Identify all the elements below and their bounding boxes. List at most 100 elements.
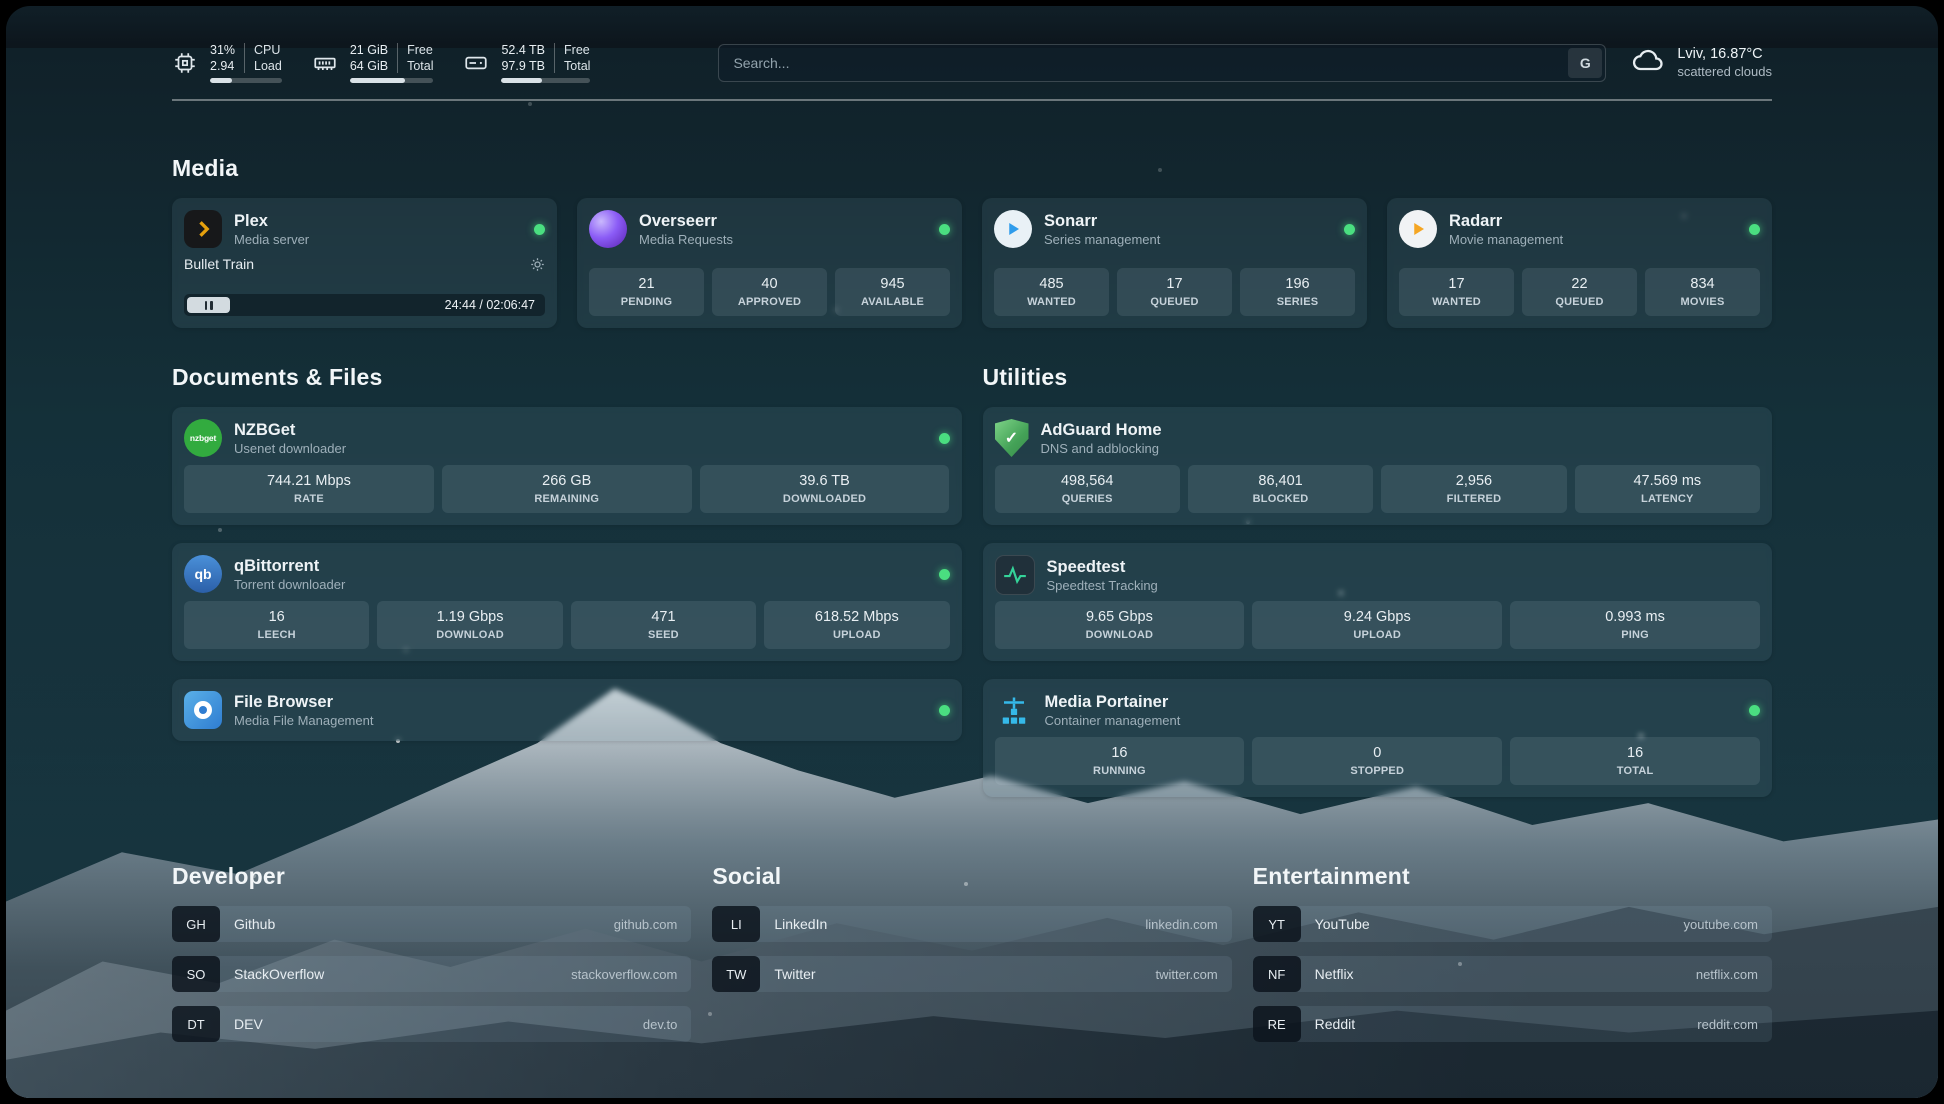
stat-queries: 498,564 QUERIES: [995, 465, 1180, 513]
search-input[interactable]: [718, 44, 1606, 82]
stat-available: 945 AVAILABLE: [835, 268, 950, 316]
bookmark-stackoverflow[interactable]: SO StackOverflow stackoverflow.com: [172, 956, 691, 992]
stat-downloaded: 39.6 TB DOWNLOADED: [700, 465, 950, 513]
service-card-nzbget[interactable]: nzbget NZBGet Usenet downloader 744.21 M…: [172, 407, 962, 525]
bookmark-group-entertainment: Entertainment YT YouTube youtube.com NF …: [1253, 863, 1772, 1042]
service-subtitle: Movie management: [1449, 232, 1563, 248]
service-subtitle: Series management: [1044, 232, 1160, 248]
media-card-grid: Plex Media server Bullet Train 24:44: [172, 198, 1772, 328]
service-subtitle: Usenet downloader: [234, 441, 346, 457]
service-name: Speedtest: [1047, 557, 1158, 577]
bookmark-abbr: LI: [712, 906, 760, 942]
section-title-social: Social: [712, 863, 1231, 890]
service-card-filebrowser[interactable]: File Browser Media File Management: [172, 679, 962, 741]
pause-button[interactable]: [187, 297, 230, 313]
bookmark-url: stackoverflow.com: [571, 967, 677, 982]
playback-progress-bar[interactable]: 24:44 / 02:06:47: [184, 294, 545, 316]
memory-usage-bar-fill: [350, 78, 405, 83]
stat-total: 16 TOTAL: [1510, 737, 1760, 785]
disk-total-value: 97.9 TB: [501, 59, 545, 73]
cpu-usage-value: 31%: [210, 43, 235, 57]
service-subtitle: Container management: [1045, 713, 1181, 729]
stat-leech: 16 LEECH: [184, 601, 369, 649]
service-card-overseerr[interactable]: Overseerr Media Requests 21 PENDING 40 A…: [577, 198, 962, 328]
service-subtitle: Torrent downloader: [234, 577, 345, 593]
disk-total-label: Total: [564, 59, 590, 73]
bookmark-url: youtube.com: [1684, 917, 1758, 932]
bookmark-netflix[interactable]: NF Netflix netflix.com: [1253, 956, 1772, 992]
playback-time: 24:44 / 02:06:47: [445, 298, 535, 312]
stat-seed: 471 SEED: [571, 601, 756, 649]
weather-condition: scattered clouds: [1677, 64, 1772, 79]
bookmark-group-social: Social LI LinkedIn linkedin.com TW Twitt…: [712, 863, 1231, 992]
service-subtitle: Media Requests: [639, 232, 733, 248]
weather-widget: Lviv, 16.87°C scattered clouds: [1630, 42, 1772, 83]
memory-widget: 21 GiB 64 GiB Free Total: [312, 43, 434, 83]
service-name: Sonarr: [1044, 211, 1160, 231]
service-subtitle: Media File Management: [234, 713, 373, 729]
disk-icon: [463, 50, 489, 76]
bookmark-group-developer: Developer GH Github github.com SO StackO…: [172, 863, 691, 1042]
section-title-media: Media: [172, 155, 1772, 182]
search-provider-button[interactable]: G: [1568, 48, 1602, 78]
stat-stopped: 0 STOPPED: [1252, 737, 1502, 785]
stat-queued: 17 QUEUED: [1117, 268, 1232, 316]
service-card-portainer[interactable]: Media Portainer Container management 16 …: [983, 679, 1773, 797]
bookmark-name: LinkedIn: [774, 916, 827, 932]
cpu-widget: 31% 2.94 CPU Load: [172, 43, 282, 83]
section-title-developer: Developer: [172, 863, 691, 890]
gear-icon[interactable]: [530, 257, 545, 272]
service-subtitle: DNS and adblocking: [1041, 441, 1162, 457]
service-name: Radarr: [1449, 211, 1563, 231]
memory-usage-bar: [350, 78, 434, 83]
memory-total-value: 64 GiB: [350, 59, 388, 73]
bookmark-abbr: TW: [712, 956, 760, 992]
service-card-speedtest[interactable]: Speedtest Speedtest Tracking 9.65 Gbps D…: [983, 543, 1773, 661]
qbittorrent-icon: qb: [184, 555, 222, 593]
status-online-dot: [1749, 224, 1760, 235]
search-bar: G: [718, 44, 1606, 82]
service-card-sonarr[interactable]: Sonarr Series management 485 WANTED 17 Q…: [982, 198, 1367, 328]
bookmark-dev[interactable]: DT DEV dev.to: [172, 1006, 691, 1042]
topbar-divider: [172, 99, 1772, 101]
topbar: 31% 2.94 CPU Load: [172, 42, 1772, 83]
bookmark-youtube[interactable]: YT YouTube youtube.com: [1253, 906, 1772, 942]
memory-total-label: Total: [407, 59, 433, 73]
section-title-entertainment: Entertainment: [1253, 863, 1772, 890]
stat-series: 196 SERIES: [1240, 268, 1355, 316]
cpu-icon: [172, 50, 198, 76]
portainer-icon: [995, 691, 1033, 729]
memory-icon: [312, 50, 338, 76]
overseerr-icon: [589, 210, 627, 248]
bookmark-url: twitter.com: [1156, 967, 1218, 982]
stat-upload: 9.24 Gbps UPLOAD: [1252, 601, 1502, 649]
status-online-dot: [939, 569, 950, 580]
bookmark-name: StackOverflow: [234, 966, 324, 982]
bookmark-linkedin[interactable]: LI LinkedIn linkedin.com: [712, 906, 1231, 942]
bookmark-reddit[interactable]: RE Reddit reddit.com: [1253, 1006, 1772, 1042]
bookmark-github[interactable]: GH Github github.com: [172, 906, 691, 942]
service-name: qBittorrent: [234, 556, 345, 576]
stat-approved: 40 APPROVED: [712, 268, 827, 316]
stat-filtered: 2,956 FILTERED: [1381, 465, 1566, 513]
service-card-radarr[interactable]: Radarr Movie management 17 WANTED 22 QUE…: [1387, 198, 1772, 328]
bookmark-twitter[interactable]: TW Twitter twitter.com: [712, 956, 1231, 992]
stat-pending: 21 PENDING: [589, 268, 704, 316]
service-card-plex[interactable]: Plex Media server Bullet Train 24:44: [172, 198, 557, 328]
memory-free-value: 21 GiB: [350, 43, 388, 57]
bookmark-name: Reddit: [1315, 1016, 1355, 1032]
cpu-usage-bar-fill: [210, 78, 232, 83]
service-card-qbittorrent[interactable]: qb qBittorrent Torrent downloader 16 LEE…: [172, 543, 962, 661]
now-playing-title: Bullet Train: [184, 256, 254, 272]
bookmark-url: reddit.com: [1697, 1017, 1758, 1032]
status-online-dot: [1344, 224, 1355, 235]
status-online-dot: [1749, 705, 1760, 716]
bookmark-abbr: NF: [1253, 956, 1301, 992]
dashboard-content: 31% 2.94 CPU Load: [6, 6, 1938, 1098]
stat-download: 1.19 Gbps DOWNLOAD: [377, 601, 562, 649]
bookmark-abbr: GH: [172, 906, 220, 942]
memory-free-label: Free: [407, 43, 433, 57]
bookmark-abbr: RE: [1253, 1006, 1301, 1042]
service-card-adguard[interactable]: ✓ AdGuard Home DNS and adblocking 498,56…: [983, 407, 1773, 525]
service-name: AdGuard Home: [1041, 420, 1162, 440]
